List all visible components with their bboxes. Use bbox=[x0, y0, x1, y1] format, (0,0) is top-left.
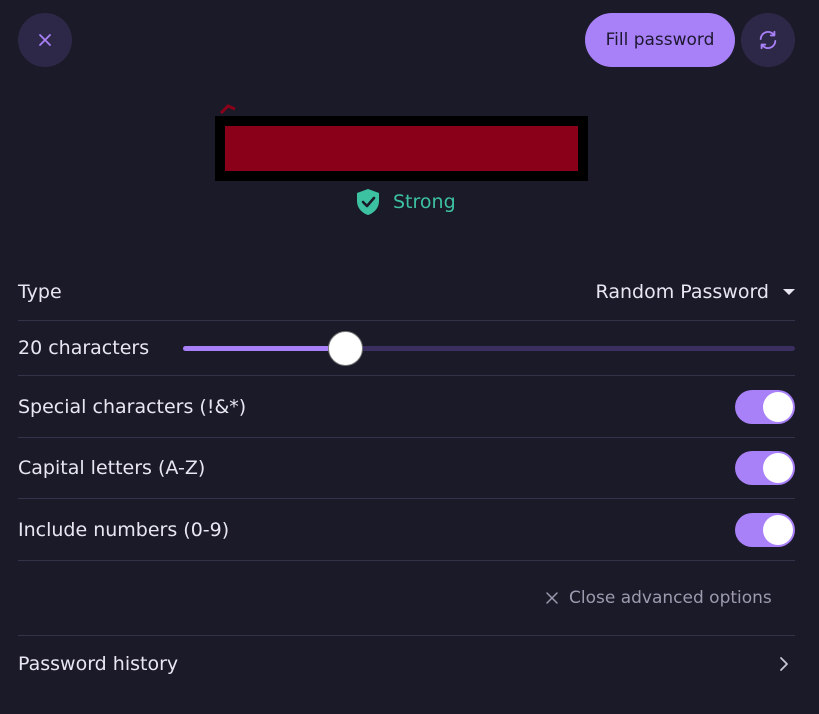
strength-label: Strong bbox=[393, 191, 456, 213]
redaction-bar bbox=[225, 126, 578, 171]
length-row: 20 characters bbox=[18, 321, 795, 376]
caret-down-icon bbox=[783, 289, 795, 295]
close-icon bbox=[546, 592, 558, 604]
password-history-row[interactable]: Password history bbox=[18, 635, 795, 692]
fill-password-label: Fill password bbox=[605, 30, 715, 50]
close-icon bbox=[39, 34, 51, 46]
capital-letters-toggle[interactable] bbox=[735, 451, 795, 485]
type-row: Type Random Password bbox=[18, 264, 795, 321]
generated-password-redacted bbox=[215, 116, 588, 181]
close-advanced-options-button[interactable]: Close advanced options bbox=[545, 583, 772, 613]
redaction-mark bbox=[219, 104, 236, 115]
toggle-knob bbox=[763, 453, 793, 483]
close-advanced-options-label: Close advanced options bbox=[569, 588, 772, 608]
toggle-knob bbox=[763, 391, 793, 422]
capital-letters-row: Capital letters (A-Z) bbox=[18, 438, 795, 499]
length-slider[interactable] bbox=[183, 321, 795, 376]
type-dropdown[interactable]: Random Password bbox=[596, 281, 795, 303]
type-value: Random Password bbox=[595, 281, 769, 303]
include-numbers-label: Include numbers (0-9) bbox=[18, 518, 230, 541]
special-characters-row: Special characters (!&*) bbox=[18, 376, 795, 438]
fill-password-button[interactable]: Fill password bbox=[585, 13, 735, 67]
close-button[interactable] bbox=[18, 13, 72, 67]
length-label: 20 characters bbox=[18, 337, 150, 359]
slider-thumb[interactable] bbox=[328, 331, 363, 366]
include-numbers-toggle[interactable] bbox=[735, 512, 795, 547]
password-strength: Strong bbox=[355, 187, 456, 217]
special-characters-label: Special characters (!&*) bbox=[18, 395, 247, 418]
password-history-label: Password history bbox=[18, 653, 179, 675]
password-generator-panel: Fill password Strong Type Random Passwor… bbox=[0, 0, 819, 714]
regenerate-button[interactable] bbox=[741, 13, 795, 67]
chevron-right-icon bbox=[780, 657, 788, 671]
special-characters-toggle[interactable] bbox=[735, 389, 795, 424]
capital-letters-label: Capital letters (A-Z) bbox=[18, 457, 206, 479]
refresh-icon bbox=[759, 30, 777, 50]
include-numbers-row: Include numbers (0-9) bbox=[18, 499, 795, 561]
toggle-knob bbox=[763, 514, 793, 545]
type-label: Type bbox=[18, 281, 62, 303]
slider-fill bbox=[183, 346, 345, 351]
shield-check-icon bbox=[357, 189, 379, 215]
